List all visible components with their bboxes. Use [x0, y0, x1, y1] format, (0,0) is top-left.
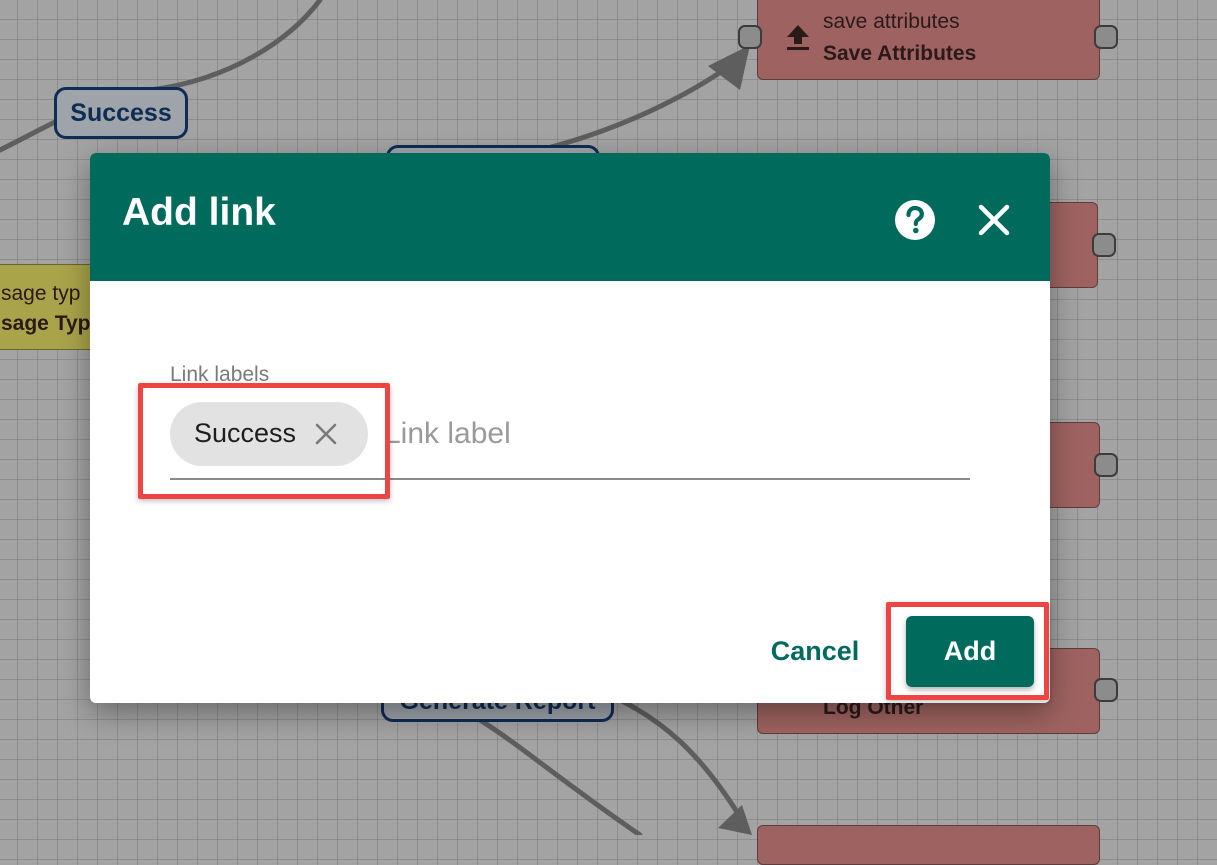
help-button[interactable]: [893, 198, 937, 242]
dialog-title: Add link: [122, 191, 276, 234]
help-circle-icon: [895, 200, 935, 240]
dialog-header: Add link: [90, 153, 1050, 281]
chip-highlight-box: [138, 383, 390, 499]
close-icon: [978, 204, 1010, 236]
link-label-input[interactable]: [384, 411, 968, 457]
cancel-button[interactable]: Cancel: [755, 625, 875, 677]
close-button[interactable]: [972, 198, 1016, 242]
add-button-highlight-box: [886, 602, 1049, 700]
